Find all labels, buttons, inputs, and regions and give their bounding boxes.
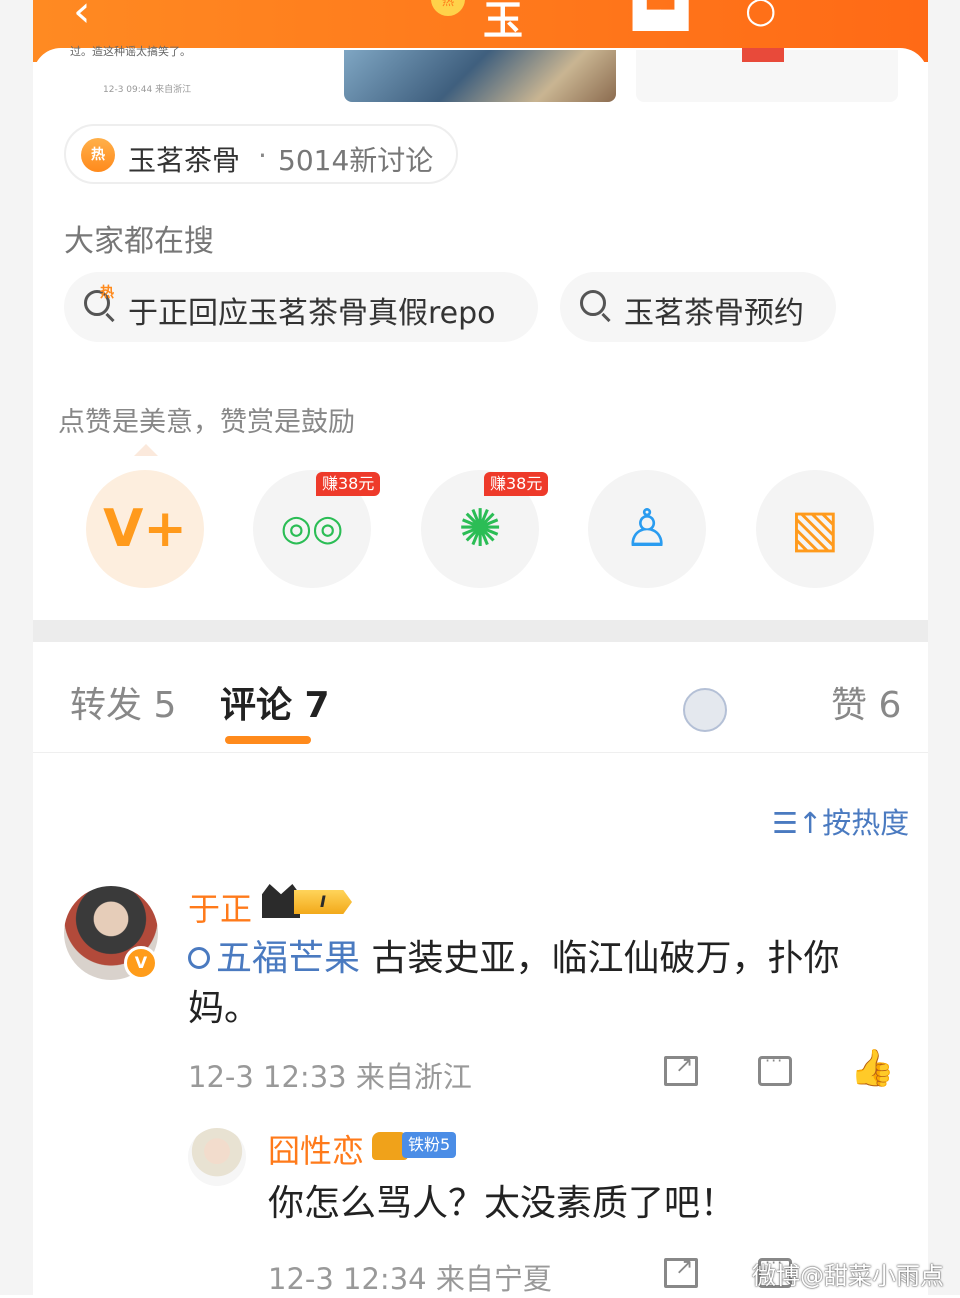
comment-icon[interactable] [758,1051,792,1086]
post-snippet-meta: 12-3 09:44 来自浙江 [103,85,192,95]
like-icon[interactable]: 👍 [850,1051,895,1087]
vip-level-badge: I [262,884,356,918]
fan-badge: 铁粉5 [372,1130,462,1160]
qq-icon: ♙ [623,499,671,559]
verified-badge-icon: V [124,946,158,980]
tab-reposts[interactable]: 转发 5 [70,676,176,728]
search-suggestion-1[interactable]: 热 于正回应玉茗茶骨真假repo [64,272,538,342]
everyone-searching-title: 大家都在搜 [64,224,214,259]
share-icon[interactable] [664,1255,698,1288]
back-button[interactable]: ‹ [73,0,91,34]
search-suggestion-label: 于正回应玉茗茶骨真假repo [128,296,496,331]
topic-name: 玉茗茶骨 [128,144,241,177]
reply-text: 你怎么骂人？太没素质了吧！ [268,1183,737,1224]
save-image-button[interactable]: ▧ [756,470,874,588]
search-icon[interactable]: ○ [745,0,776,31]
topic-link[interactable]: 五福芒果 [188,938,360,979]
reward-button[interactable]: V+ [86,470,204,588]
sort-by-hot-button[interactable]: ☰↑按热度 [772,800,909,842]
thumbnail-red-block [742,48,784,62]
earn-badge-wechat: 赚38元 [316,472,381,496]
hot-topic-icon: 热 [81,138,115,172]
reply-meta: 12-3 12:34 来自宁夏 [268,1262,552,1296]
section-divider [33,620,928,642]
page-title: 玉 [483,0,523,44]
touch-indicator [683,688,727,732]
vplus-reward-icon: V+ [103,499,187,559]
chart-icon[interactable]: ▙▟ [633,0,688,31]
post-snippet-text: 过。造这种谣太搞笑了。 [70,45,191,58]
post-image-thumbnail[interactable] [344,50,616,102]
reward-tip: 点赞是美意，赞赏是鼓励 [58,407,355,438]
tip-caret [134,444,158,456]
comment-meta: 12-3 12:33 来自浙江 [188,1060,472,1094]
tab-comments[interactable]: 评论 7 [220,676,330,728]
page-edge-left [0,0,33,1295]
comment-text: 五福芒果 古装史亚，临江仙破万，扑你妈。 [188,938,840,1029]
active-tab-indicator [225,736,311,744]
topic-search-icon [188,947,210,969]
reply-username[interactable]: 囧性恋 [268,1126,364,1172]
earn-badge-moments: 赚38元 [484,472,549,496]
comment-username[interactable]: 于正 [188,884,252,930]
topic-discussion-count: 5014新讨论 [278,144,434,177]
sort-icon: ☰↑ [772,806,823,840]
post-tabs: 转发 5 评论 7 赞 6 [33,642,928,753]
hot-flame-icon: 热 [100,285,114,301]
search-suggestion-label: 玉茗茶骨预约 [624,296,804,331]
sort-label: 按热度 [822,806,910,840]
hot-badge-icon: 热 [431,0,465,16]
tab-likes[interactable]: 赞 6 [831,676,901,728]
vip-level-label: I [294,890,352,914]
search-icon [580,290,606,316]
reply-avatar[interactable] [188,1128,246,1186]
page-edge-right [928,0,960,1295]
topic-chip[interactable]: 热 玉茗茶骨 · 5014新讨论 [64,124,458,184]
watermark: 微博@甜菜小雨点 [752,1262,944,1290]
share-icon[interactable] [664,1053,698,1086]
topic-separator: · [258,139,267,172]
save-image-icon: ▧ [790,499,840,559]
share-qq-button[interactable]: ♙ [588,470,706,588]
fan-badge-label: 铁粉5 [402,1132,457,1158]
search-suggestion-2[interactable]: 玉茗茶骨预约 [560,272,836,342]
